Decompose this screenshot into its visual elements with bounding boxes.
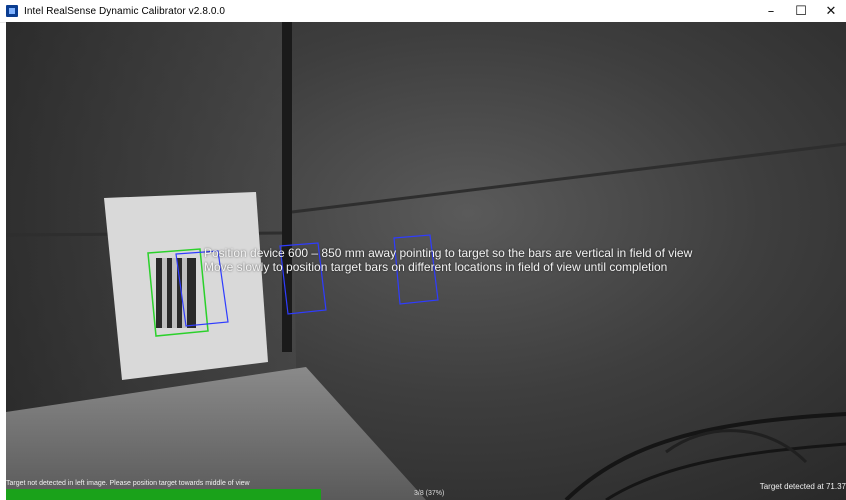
maximize-button[interactable]: ☐: [786, 0, 816, 22]
title-bar: Intel RealSense Dynamic Calibrator v2.8.…: [0, 0, 846, 23]
minimize-button[interactable]: –: [756, 0, 786, 22]
camera-view: Position device 600 – 850 mm away pointi…: [6, 22, 846, 500]
window-title: Intel RealSense Dynamic Calibrator v2.8.…: [24, 5, 226, 17]
progress-text: 3/8 (37%): [414, 490, 445, 497]
target-bars: [156, 258, 196, 328]
partition-seam-right: [291, 142, 846, 214]
instruction-line-1: Position device 600 – 850 mm away pointi…: [204, 246, 693, 260]
progress-fill: [6, 489, 321, 500]
close-button[interactable]: ✕: [816, 0, 846, 22]
realsense-app-icon: [6, 5, 18, 17]
window-controls: – ☐ ✕: [756, 0, 846, 22]
instruction-overlay: Position device 600 – 850 mm away pointi…: [204, 246, 692, 274]
status-message-left: Target not detected in left image. Pleas…: [6, 480, 250, 487]
instruction-line-2: Move slowly to position target bars on d…: [204, 260, 668, 274]
